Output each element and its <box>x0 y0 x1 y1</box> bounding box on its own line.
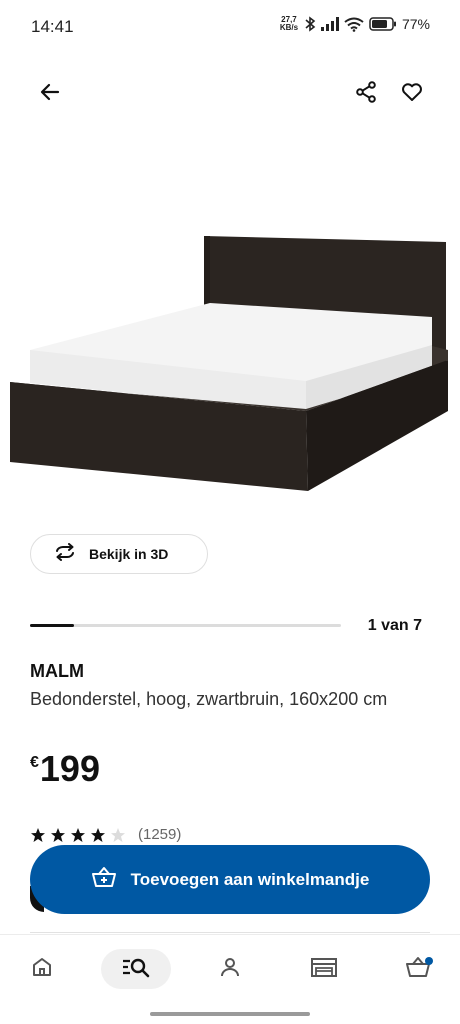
store-icon <box>310 955 338 984</box>
bottom-nav <box>0 934 460 1024</box>
nav-home[interactable] <box>12 949 72 989</box>
cart-notification-dot <box>425 957 433 965</box>
product-image[interactable] <box>0 225 460 500</box>
battery-icon <box>369 17 397 31</box>
divider <box>30 932 430 933</box>
home-indicator[interactable] <box>150 1012 310 1016</box>
heart-icon <box>400 80 424 109</box>
image-pager: 1 van 7 <box>30 616 422 638</box>
status-bar: 14:41 27,7 KB/s 77% <box>0 0 460 56</box>
nav-store[interactable] <box>294 949 354 989</box>
back-button[interactable] <box>28 72 72 116</box>
top-nav <box>0 72 460 116</box>
view-3d-label: Bekijk in 3D <box>89 546 169 562</box>
share-button[interactable] <box>344 72 388 116</box>
add-to-cart-label: Toevoegen aan winkelmandje <box>130 869 370 889</box>
basket-add-icon <box>91 866 117 893</box>
share-icon <box>354 80 378 109</box>
review-count: (1259) <box>138 826 182 843</box>
product-rating[interactable]: (1259) <box>30 826 181 843</box>
product-description: Bedonderstel, hoog, zwartbruin, 160x200 … <box>30 689 388 709</box>
search-icon <box>121 955 151 984</box>
profile-icon <box>218 955 242 984</box>
home-icon <box>30 955 54 984</box>
status-icons: 27,7 KB/s 77% <box>279 16 430 33</box>
star-filled-icon <box>71 827 85 842</box>
pager-label: 1 van 7 <box>367 617 422 634</box>
view-3d-button[interactable]: Bekijk in 3D <box>30 534 208 574</box>
net-speed-unit: KB/s <box>279 23 299 32</box>
signal-icon <box>320 17 339 31</box>
rotate-3d-icon <box>53 542 77 566</box>
back-arrow-icon <box>38 80 62 109</box>
pager-track <box>30 624 341 627</box>
product-price: € 199 <box>30 748 100 790</box>
battery-percent: 77% <box>401 16 430 32</box>
wifi-icon <box>344 17 364 32</box>
nav-search[interactable] <box>101 949 171 989</box>
network-speed: 27,7 KB/s <box>279 16 299 32</box>
status-time: 14:41 <box>31 17 74 36</box>
price-currency: € <box>30 754 39 771</box>
nav-profile[interactable] <box>200 949 260 989</box>
bed-illustration <box>10 236 448 491</box>
star-filled-icon <box>91 827 105 842</box>
star-empty-icon <box>111 827 125 842</box>
star-filled-icon <box>51 827 65 842</box>
favourite-button[interactable] <box>390 72 434 116</box>
star-filled-icon <box>31 827 45 842</box>
rating-stars <box>30 827 126 843</box>
product-name: MALM <box>30 661 84 681</box>
bluetooth-icon <box>304 16 316 32</box>
nav-cart[interactable] <box>388 949 448 989</box>
add-to-cart-button[interactable]: Toevoegen aan winkelmandje <box>30 845 430 914</box>
pager-progress <box>30 624 75 627</box>
price-value: 199 <box>39 748 100 789</box>
